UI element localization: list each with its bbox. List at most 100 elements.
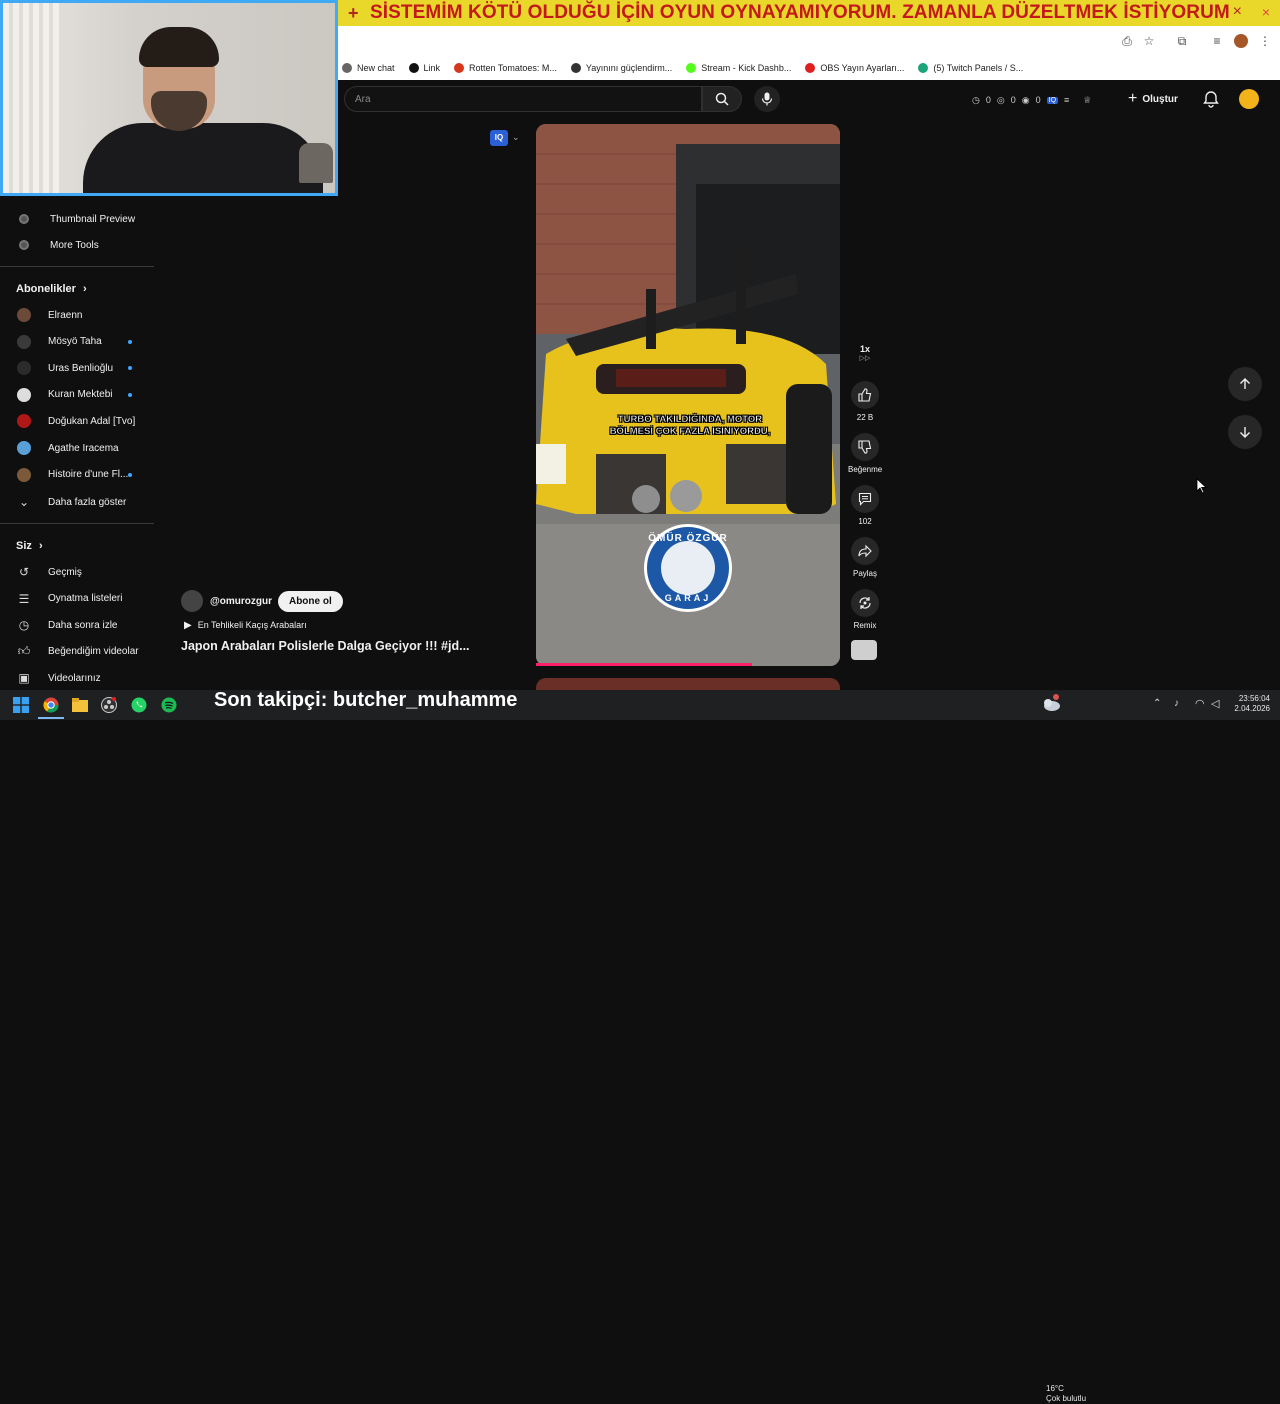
playlist-title: En Tehlikeli Kaçış Arabaları (197, 620, 307, 630)
chevron-up-icon[interactable]: ⌃ (1153, 698, 1161, 709)
next-short-button[interactable] (1228, 415, 1262, 449)
bookmark-star-icon[interactable]: ☆ (1142, 34, 1156, 48)
subscribe-button[interactable]: Abone ol (277, 590, 343, 612)
comment-count: 102 (858, 517, 872, 526)
you-header[interactable]: Siz › (16, 540, 43, 552)
chevron-right-icon: › (38, 540, 43, 552)
sidebar-item-thumbs-up[interactable]: 👍︎ Beğendiğim videolar (0, 639, 160, 665)
remix-button[interactable]: Remix (848, 589, 882, 630)
create-button[interactable]: + Oluştur (1128, 89, 1178, 109)
search-button[interactable] (702, 86, 742, 112)
bookmark-item[interactable]: Link (408, 63, 440, 73)
banner-text: SİSTEMİM KÖTÜ OLDUĞU İÇİN OYUN OYNAYAMIY… (370, 2, 1230, 23)
arrow-down-icon (1240, 427, 1250, 438)
sidebar-item-subscription[interactable]: Elraenn (0, 302, 160, 328)
whatsapp-icon[interactable] (131, 697, 147, 713)
video-progress-bar[interactable] (536, 663, 752, 666)
video-title[interactable]: Japon Arabaları Polislerle Dalga Geçiyor… (181, 639, 470, 653)
dislike-button[interactable]: Beğenme (848, 433, 882, 474)
bookmark-item[interactable]: Rotten Tomatoes: M... (454, 63, 557, 73)
previous-short-button[interactable] (1228, 367, 1262, 401)
notifications-button[interactable] (1202, 90, 1220, 108)
sidebar-item-label: Videolarınız (48, 672, 101, 684)
system-clock[interactable]: 23:56:04 2.04.2026 (1228, 694, 1270, 714)
sidebar-item-label: Uras Benlioğlu (48, 362, 114, 374)
sidebar-item-subscription[interactable]: Doğukan Adal [Tvo] (0, 408, 160, 434)
stat-value: 0 (1010, 95, 1016, 105)
trophy-icon[interactable]: ♕ (1083, 95, 1091, 106)
short-video-player[interactable]: TURBO TAKILDIĞINDA, MOTOR BÖLMESİ ÇOK FA… (536, 124, 840, 666)
file-explorer-icon[interactable] (72, 697, 88, 713)
bookmark-item[interactable]: (5) Twitch Panels / S... (918, 63, 1023, 73)
sidebar-item-subscription[interactable]: Histoire d'une Fl... (0, 462, 160, 488)
bookmark-label: Rotten Tomatoes: M... (469, 63, 557, 73)
channel-avatar (17, 334, 31, 349)
sidebar-item-label: Histoire d'une Fl... (48, 469, 129, 481)
browser-close-button[interactable]: × (1256, 4, 1276, 22)
channel-avatar (17, 387, 31, 402)
extensions-icon[interactable]: ⧉ (1175, 34, 1189, 48)
obs-icon[interactable] (101, 697, 117, 713)
sidebar-item-video[interactable]: ▣ Videolarınız (0, 665, 160, 691)
chrome-icon[interactable] (43, 697, 59, 713)
bookmark-favicon-icon (686, 63, 697, 73)
channel-avatar[interactable] (181, 590, 203, 612)
install-icon[interactable]: ⎙ (1120, 34, 1134, 48)
sidebar-item-clock[interactable]: ◷ Daha sonra izle (0, 612, 160, 638)
volume-icon[interactable]: ◁ (1211, 697, 1219, 710)
chevron-down-icon[interactable]: ⌄ (512, 132, 520, 143)
channel-handle[interactable]: @omurozgur (210, 596, 272, 607)
sidebar-item-subscription[interactable]: Mösyö Taha (0, 329, 160, 355)
sidebar-item-subscription[interactable]: Kuran Mektebi (0, 382, 160, 408)
spotify-icon[interactable] (161, 697, 177, 713)
channel-avatar (17, 308, 31, 322)
user-avatar[interactable] (1239, 89, 1259, 109)
iq-icon[interactable]: IQ (1046, 96, 1059, 104)
channel-avatar (17, 414, 31, 429)
share-icon (858, 544, 872, 558)
sidebar-item-more-tools[interactable]: More Tools (0, 232, 160, 258)
profile-avatar[interactable] (1234, 34, 1248, 48)
remix-label: Remix (853, 621, 877, 630)
bookmark-favicon-icon (408, 63, 419, 73)
sound-thumbnail[interactable] (851, 640, 877, 660)
weather-temp: 16°C (1046, 1384, 1064, 1393)
sidebar-item-thumbnail-preview[interactable]: Thumbnail Preview (0, 206, 160, 232)
wifi-icon[interactable]: ◠ (1195, 697, 1205, 710)
bookmark-label: OBS Yayın Ayarları... (820, 63, 905, 73)
create-label: Oluştur (1142, 93, 1178, 105)
like-button[interactable]: 22 B (848, 381, 882, 422)
live-indicator (128, 392, 132, 397)
comment-icon (858, 492, 872, 506)
bookmark-item[interactable]: OBS Yayın Ayarları... (805, 63, 904, 73)
sidebar-item-playlist[interactable]: ☰ Oynatma listeleri (0, 586, 160, 612)
bookmark-item[interactable]: Yayınını güçlendirm... (570, 63, 673, 73)
logo-top-text: ÖMÜR ÖZGÜR (648, 533, 728, 544)
comments-button[interactable]: 102 (848, 485, 882, 526)
list-icon[interactable]: ≡ (1064, 95, 1069, 105)
sidebar-item-history[interactable]: ↺ Geçmiş (0, 559, 160, 585)
windows-start-icon[interactable] (13, 697, 29, 713)
bookmark-label: Yayınını güçlendirm... (585, 63, 673, 73)
media-icon[interactable]: ≡ (1210, 34, 1224, 48)
bookmark-item[interactable]: Stream - Kick Dashb... (686, 63, 791, 73)
sidebar-item-subscription[interactable]: Agathe Iracema (0, 435, 160, 461)
playback-speed-button[interactable]: 1x ▷▷ (848, 344, 882, 362)
sidebar-divider (0, 266, 154, 267)
show-more-button[interactable]: ⌄ Daha fazla göster (0, 489, 160, 515)
microphone-icon[interactable]: ♪ (1174, 698, 1179, 709)
voice-search-button[interactable] (754, 86, 780, 112)
bookmark-item[interactable]: New chat (342, 63, 395, 73)
bookmarks-bar: New chat Link Rotten Tomatoes: M... Yayının… (338, 56, 1280, 80)
search-input[interactable] (345, 87, 701, 111)
bell-icon (1203, 91, 1219, 108)
browser-toolbar: ⎙ ☆ ⧉ ≡ ⋮ (338, 26, 1280, 56)
share-button[interactable]: Paylaş (848, 537, 882, 578)
iq-badge[interactable]: IQ (490, 130, 508, 146)
subscriptions-header[interactable]: Abonelikler › (16, 283, 87, 295)
playlist-link[interactable]: ▶ En Tehlikeli Kaçış Arabaları (181, 618, 307, 632)
sidebar-item-subscription[interactable]: Uras Benlioğlu (0, 355, 160, 381)
browser-menu-icon[interactable]: ⋮ (1258, 34, 1272, 48)
weather-widget[interactable]: 16°C Çok bulutlu (1046, 1384, 1086, 1404)
banner-close-icon[interactable]: × (1233, 3, 1242, 21)
